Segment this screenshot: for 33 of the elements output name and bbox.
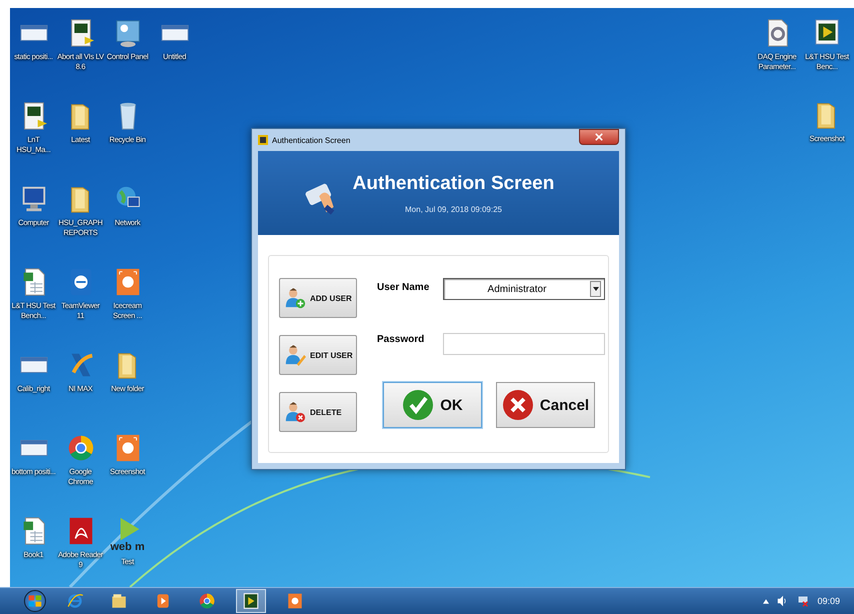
add-user-button[interactable]: ADD USER: [279, 278, 357, 318]
cancel-icon: [502, 389, 534, 421]
browser-icon: [66, 592, 84, 610]
close-icon: [595, 133, 603, 141]
delete-button[interactable]: DELETE: [279, 392, 357, 432]
cancel-button[interactable]: Cancel: [496, 382, 595, 428]
dialog-heading: Authentication Screen: [352, 172, 554, 194]
remove-user-icon: [284, 401, 306, 423]
field-label: User Name: [377, 281, 430, 293]
icon-caption: web m: [110, 542, 145, 553]
taskbar-program-button[interactable]: [236, 589, 266, 613]
windows-logo-icon: [28, 594, 42, 608]
start-button[interactable]: [24, 590, 46, 612]
check-icon: [402, 389, 434, 421]
ok-button[interactable]: OK: [383, 382, 482, 428]
edit-user-icon: [284, 344, 306, 366]
folder-icon: [110, 592, 128, 610]
date-time: Mon, Jul 09, 2018 09:09:25: [405, 204, 502, 214]
network-status-icon[interactable]: [797, 595, 810, 607]
edit-user-button[interactable]: EDIT USER: [279, 335, 357, 375]
close-button[interactable]: [579, 129, 619, 145]
field-label: Password: [377, 333, 426, 345]
caret-icon: [592, 287, 598, 291]
window-title: Authentication Screen: [272, 136, 352, 144]
add-user-icon: [284, 287, 306, 309]
program-icon: [258, 135, 268, 145]
clock[interactable]: 09:09: [817, 596, 840, 606]
browser-icon: [198, 592, 216, 610]
show-hidden-icons-icon[interactable]: [763, 598, 770, 604]
user-name-dropdown[interactable]: Administrator: [443, 278, 605, 300]
camera-icon: [286, 592, 304, 610]
password-field[interactable]: [443, 333, 605, 355]
program-icon: [242, 592, 260, 610]
